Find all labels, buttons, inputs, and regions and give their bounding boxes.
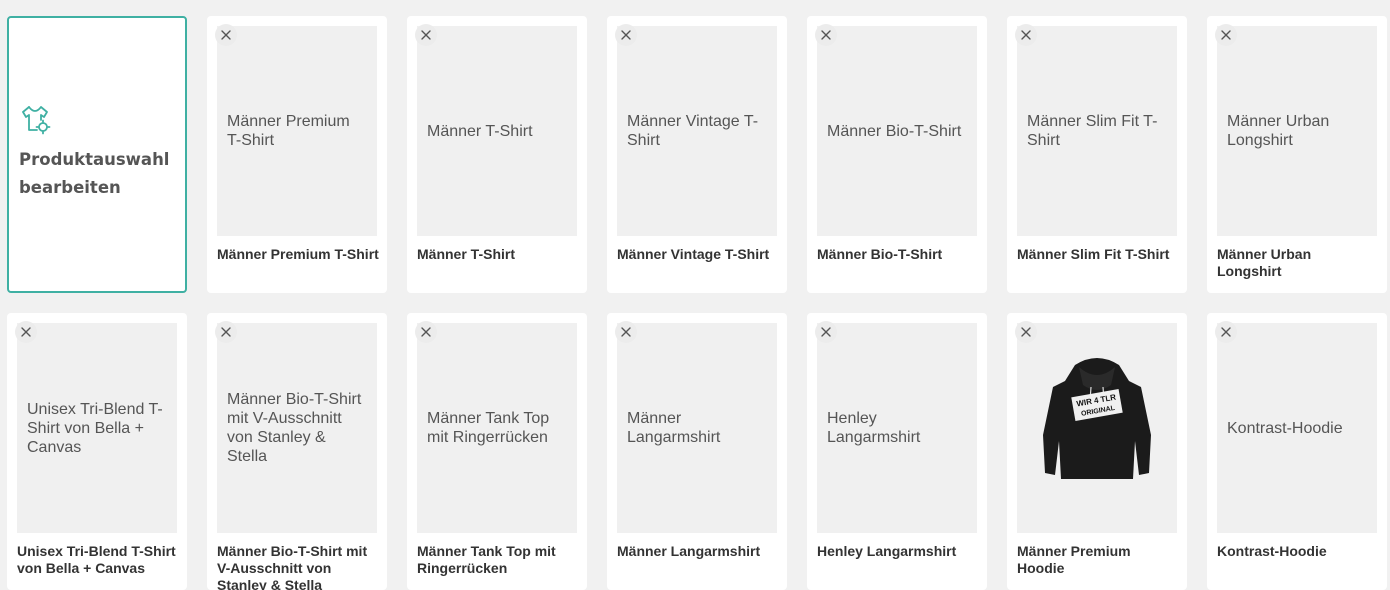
edit-selection-label: Produktauswahl bearbeiten bbox=[19, 150, 170, 197]
product-name: Unisex Tri-Blend T-Shirt von Bella + Can… bbox=[17, 543, 176, 576]
product-image-alt-text: Männer Slim Fit T-Shirt bbox=[1027, 113, 1158, 149]
product-card[interactable]: WIR 4 TLR ORIGINAL Männer Premium Hoodie bbox=[1007, 313, 1187, 590]
product-name: Männer T-Shirt bbox=[417, 246, 516, 262]
close-icon bbox=[221, 327, 231, 337]
product-image[interactable]: Männer Urban Longshirt bbox=[1217, 26, 1377, 236]
product-card[interactable]: Männer Urban Longshirt Männer Urban Long… bbox=[1207, 16, 1387, 293]
product-card[interactable]: Henley Langarmshirt Henley Langarmshirt bbox=[807, 313, 987, 590]
remove-product-button[interactable] bbox=[1015, 24, 1037, 46]
product-card[interactable]: Unisex Tri-Blend T-Shirt von Bella + Can… bbox=[7, 313, 187, 590]
product-card[interactable]: Männer Langarmshirt Männer Langarmshirt bbox=[607, 313, 787, 590]
product-name: Männer Bio-T-Shirt bbox=[817, 246, 943, 262]
remove-product-button[interactable] bbox=[1015, 321, 1037, 343]
tshirt-gear-icon bbox=[22, 106, 51, 135]
close-icon bbox=[821, 327, 831, 337]
product-image-alt-text: Männer Bio-T-Shirt bbox=[827, 122, 962, 140]
remove-product-button[interactable] bbox=[15, 321, 37, 343]
product-grid: Produktauswahl bearbeiten Männer Premium… bbox=[7, 16, 1387, 590]
product-card[interactable]: Männer Bio-T-Shirt mit V-Ausschnitt von … bbox=[207, 313, 387, 590]
close-icon bbox=[21, 327, 31, 337]
product-name: Männer Vintage T-Shirt bbox=[617, 246, 770, 262]
remove-product-button[interactable] bbox=[215, 24, 237, 46]
remove-product-button[interactable] bbox=[215, 321, 237, 343]
close-icon bbox=[1021, 30, 1031, 40]
product-card[interactable]: Männer T-Shirt Männer T-Shirt bbox=[407, 16, 587, 293]
remove-product-button[interactable] bbox=[415, 321, 437, 343]
product-card[interactable]: Männer Vintage T-Shirt Männer Vintage T-… bbox=[607, 16, 787, 293]
product-name: Männer Tank Top mit Ringerrücken bbox=[417, 543, 556, 576]
close-icon bbox=[1221, 30, 1231, 40]
remove-product-button[interactable] bbox=[415, 24, 437, 46]
product-image-alt-text: Männer Vintage T-Shirt bbox=[627, 113, 759, 149]
product-image[interactable]: WIR 4 TLR ORIGINAL bbox=[1017, 323, 1177, 533]
product-card[interactable]: Kontrast-Hoodie Kontrast-Hoodie bbox=[1207, 313, 1387, 590]
remove-product-button[interactable] bbox=[815, 24, 837, 46]
remove-product-button[interactable] bbox=[1215, 24, 1237, 46]
product-name: Männer Premium T-Shirt bbox=[217, 246, 379, 262]
product-image-alt-text: Männer T-Shirt bbox=[427, 122, 533, 140]
close-icon bbox=[221, 30, 231, 40]
product-image[interactable]: Männer Slim Fit T-Shirt bbox=[1017, 26, 1177, 236]
product-name: Männer Bio-T-Shirt mit V-Ausschnitt von … bbox=[217, 543, 368, 590]
close-icon bbox=[1221, 327, 1231, 337]
product-image-alt-text: Männer Bio-T-Shirt mit V-Ausschnitt von … bbox=[227, 391, 362, 465]
product-card[interactable]: Männer Premium T-Shirt Männer Premium T-… bbox=[207, 16, 387, 293]
product-image[interactable]: Männer T-Shirt bbox=[417, 26, 577, 236]
close-icon bbox=[621, 327, 631, 337]
product-image[interactable]: Männer Bio-T-Shirt bbox=[817, 26, 977, 236]
product-image[interactable]: Männer Tank Top mit Ringerrücken bbox=[417, 323, 577, 533]
product-card[interactable]: Männer Tank Top mit Ringerrücken Männer … bbox=[407, 313, 587, 590]
product-image[interactable]: Unisex Tri-Blend T-Shirt von Bella + Can… bbox=[17, 323, 177, 533]
remove-product-button[interactable] bbox=[615, 321, 637, 343]
product-image-alt-text: Männer Urban Longshirt bbox=[1227, 113, 1330, 149]
product-image-alt-text: Männer Tank Top mit Ringerrücken bbox=[427, 410, 550, 446]
product-card[interactable]: Männer Bio-T-Shirt Männer Bio-T-Shirt bbox=[807, 16, 987, 293]
close-icon bbox=[1021, 327, 1031, 337]
remove-product-button[interactable] bbox=[815, 321, 837, 343]
product-image[interactable]: Männer Vintage T-Shirt bbox=[617, 26, 777, 236]
product-image[interactable]: Kontrast-Hoodie bbox=[1217, 323, 1377, 533]
product-card[interactable]: Männer Slim Fit T-Shirt Männer Slim Fit … bbox=[1007, 16, 1187, 293]
product-name: Männer Premium Hoodie bbox=[1017, 543, 1131, 576]
product-name: Männer Urban Longshirt bbox=[1217, 246, 1312, 279]
hoodie-image: WIR 4 TLRORIGINAL bbox=[1043, 358, 1151, 479]
remove-product-button[interactable] bbox=[1215, 321, 1237, 343]
edit-product-selection-card[interactable]: Produktauswahl bearbeiten bbox=[7, 16, 187, 293]
close-icon bbox=[821, 30, 831, 40]
product-image-alt-text: Henley Langarmshirt bbox=[827, 410, 921, 446]
product-image-alt-text: Kontrast-Hoodie bbox=[1227, 419, 1343, 437]
remove-product-button[interactable] bbox=[615, 24, 637, 46]
product-image[interactable]: Männer Bio-T-Shirt mit V-Ausschnitt von … bbox=[217, 323, 377, 533]
close-icon bbox=[421, 30, 431, 40]
product-image[interactable]: Männer Langarmshirt bbox=[617, 323, 777, 533]
product-image-alt-text: Unisex Tri-Blend T-Shirt von Bella + Can… bbox=[27, 400, 163, 456]
product-image[interactable]: Henley Langarmshirt bbox=[817, 323, 977, 533]
product-image-alt-text: Männer Langarmshirt bbox=[627, 410, 721, 446]
product-image-alt-text: Männer Premium T-Shirt bbox=[227, 113, 350, 149]
close-icon bbox=[621, 30, 631, 40]
product-image[interactable]: Männer Premium T-Shirt bbox=[217, 26, 377, 236]
close-icon bbox=[421, 327, 431, 337]
product-name: Männer Slim Fit T-Shirt bbox=[1017, 246, 1170, 262]
